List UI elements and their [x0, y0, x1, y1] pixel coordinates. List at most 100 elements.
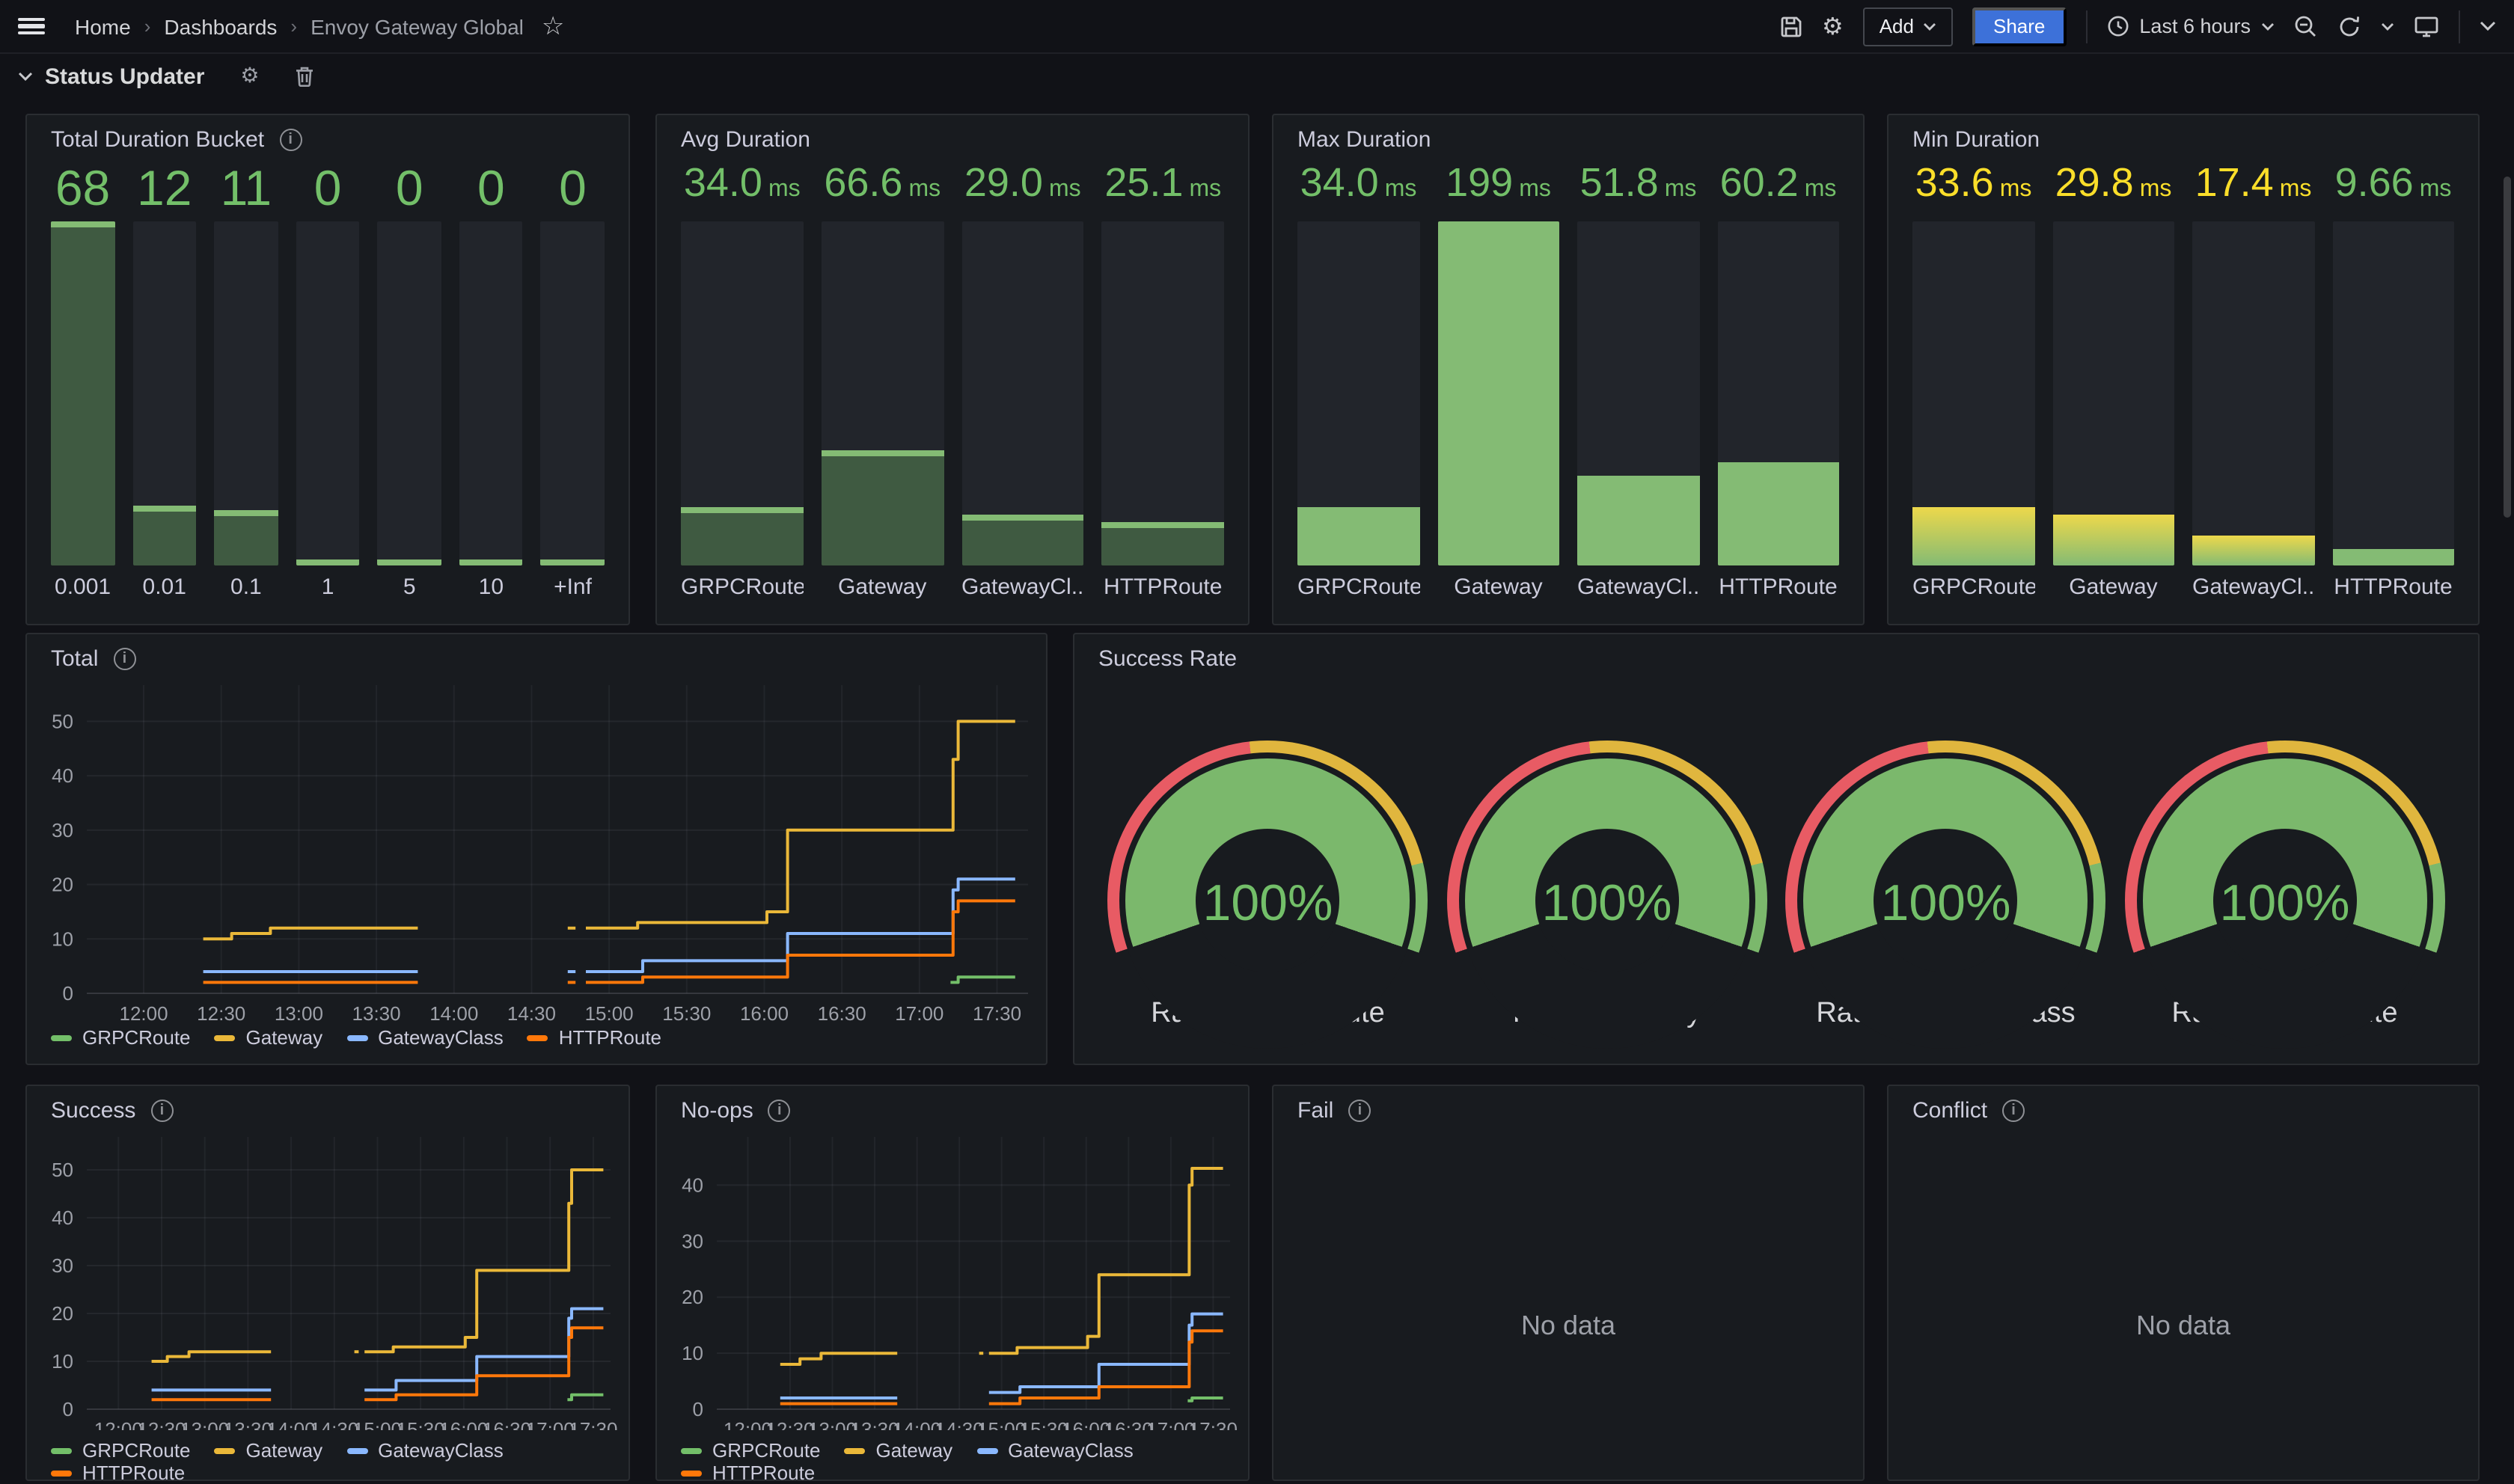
bar-gauge-bar [2332, 221, 2454, 565]
panel-title[interactable]: Success Rate [1098, 646, 1237, 672]
bar-value: 12 [132, 160, 196, 217]
bar-label: Gateway [822, 574, 944, 600]
bar-value: 11 [214, 160, 278, 217]
panel-title[interactable]: Success i [51, 1098, 173, 1123]
kiosk-monitor-icon[interactable] [2414, 14, 2439, 38]
save-icon[interactable] [1779, 14, 1802, 38]
zoom-out-icon[interactable] [2294, 14, 2318, 38]
legend-item[interactable]: GatewayClass [346, 1439, 504, 1462]
panel-title[interactable]: Avg Duration [681, 127, 810, 153]
svg-text:13:00: 13:00 [808, 1418, 857, 1430]
menu-icon[interactable] [18, 17, 45, 35]
legend-series-name: HTTPRoute [712, 1462, 815, 1484]
panel-title[interactable]: Min Duration [1912, 127, 2040, 153]
bar-gauge-bar [1437, 221, 1559, 565]
row-settings-gear-icon[interactable]: ⚙ [240, 66, 259, 87]
bar-cap [541, 559, 605, 565]
chart-svg: 01020304012:0012:3013:0013:3014:0014:301… [657, 1131, 1248, 1430]
svg-text:17:00: 17:00 [895, 1002, 943, 1023]
legend-series-color [215, 1447, 236, 1453]
bar-values: 34.0ms199ms51.8ms60.2ms [1297, 160, 1839, 206]
legend-item[interactable]: GRPCRoute [681, 1439, 821, 1462]
page-scrollbar[interactable] [2504, 177, 2511, 518]
settings-gear-icon[interactable]: ⚙ [1822, 14, 1844, 38]
breadcrumb-home[interactable]: Home [75, 14, 131, 38]
bar-value: 33.6ms [1912, 160, 2034, 206]
panel-title[interactable]: Total i [51, 646, 135, 672]
legend-item[interactable]: HTTPRoute [51, 1462, 185, 1484]
bar-cap [132, 505, 196, 511]
legend-item[interactable]: Gateway [215, 1439, 323, 1462]
svg-text:30: 30 [52, 819, 73, 841]
svg-text:50: 50 [52, 710, 73, 732]
favorite-star-icon[interactable]: ☆ [542, 11, 565, 41]
bar-gauge-bar [296, 221, 359, 565]
time-range-picker[interactable]: Last 6 hours [2106, 15, 2275, 37]
legend-item[interactable]: HTTPRoute [681, 1462, 815, 1484]
panel-title[interactable]: Total Duration Bucket i [51, 127, 302, 153]
legend-item[interactable]: GRPCRoute [51, 1026, 191, 1049]
legend-item[interactable]: GatewayClass [976, 1439, 1134, 1462]
info-icon[interactable]: i [113, 648, 135, 670]
bar-fill [681, 506, 804, 565]
add-button[interactable]: Add [1863, 7, 1953, 46]
panel-title-text: Success [51, 1098, 135, 1123]
gauge: 100% [1786, 741, 2106, 953]
legend-item[interactable]: Gateway [215, 1026, 323, 1049]
legend-item[interactable]: GatewayClass [346, 1026, 504, 1049]
panel-title[interactable]: Max Duration [1297, 127, 1431, 153]
row-collapse-chevron-icon[interactable] [18, 71, 33, 82]
info-icon[interactable]: i [768, 1100, 791, 1122]
bar-value: 68 [51, 160, 114, 217]
bar-value: 34.0ms [1297, 160, 1419, 206]
bar-gauge-bar [51, 221, 114, 565]
legend-series-name: GatewayClass [1008, 1439, 1134, 1462]
row-delete-trash-icon[interactable] [296, 66, 315, 87]
svg-text:13:30: 13:30 [352, 1002, 401, 1023]
row-title[interactable]: Status Updater [45, 64, 204, 89]
info-icon[interactable]: i [150, 1100, 173, 1122]
gauge-value: 100% [1108, 875, 1428, 933]
panel-title[interactable]: Fail i [1297, 1098, 1371, 1123]
svg-text:17:30: 17:30 [1189, 1418, 1238, 1430]
bar-label: +Inf [541, 574, 605, 600]
refresh-icon[interactable] [2337, 14, 2361, 38]
info-icon[interactable]: i [1348, 1100, 1371, 1122]
collapse-chevron-icon[interactable] [2480, 21, 2496, 31]
svg-text:12:00: 12:00 [724, 1418, 772, 1430]
bar-values: 34.0ms66.6ms29.0ms25.1ms [681, 160, 1224, 206]
breadcrumb-dashboards[interactable]: Dashboards [164, 14, 277, 38]
panel-max-duration: Max Duration 34.0ms199ms51.8ms60.2ms GRP… [1272, 114, 1865, 625]
svg-text:15:00: 15:00 [585, 1002, 634, 1023]
svg-text:17:30: 17:30 [569, 1418, 617, 1430]
clock-icon [2106, 15, 2129, 37]
legend-item[interactable]: HTTPRoute [527, 1026, 661, 1049]
no-data-message: No data [1273, 1310, 1863, 1342]
svg-text:40: 40 [52, 764, 73, 787]
panel-conflict: Conflict i No data [1887, 1085, 2480, 1481]
legend-item[interactable]: Gateway [845, 1439, 953, 1462]
svg-text:30: 30 [52, 1254, 73, 1277]
legend-series-name: HTTPRoute [559, 1026, 661, 1049]
panel-success: Success i 0102030405012:0012:3013:0013:3… [25, 1085, 630, 1481]
bar-value: 0 [541, 160, 605, 217]
chart-legend: GRPCRoute Gateway GatewayClass HTTPRoute [51, 1026, 1034, 1049]
svg-text:16:00: 16:00 [1062, 1418, 1110, 1430]
svg-text:17:30: 17:30 [973, 1002, 1021, 1023]
panel-title[interactable]: Conflict i [1912, 1098, 2025, 1123]
share-button[interactable]: Share [1972, 7, 2066, 46]
bar-label: GatewayCl... [1577, 574, 1699, 600]
legend-item[interactable]: GRPCRoute [51, 1439, 191, 1462]
bar-gauge-bar [1102, 221, 1225, 565]
svg-text:16:00: 16:00 [740, 1002, 789, 1023]
refresh-interval-chevron-icon[interactable] [2381, 22, 2394, 31]
panel-title[interactable]: No-ops i [681, 1098, 791, 1123]
svg-text:13:00: 13:00 [180, 1418, 229, 1430]
svg-text:0: 0 [63, 1398, 73, 1420]
bar-gauge-bar [378, 221, 441, 565]
bar-gauge-bar [1717, 221, 1839, 565]
bar-label: GRPCRoute [1297, 574, 1419, 600]
info-icon[interactable]: i [279, 129, 302, 151]
add-button-label: Add [1880, 15, 1914, 37]
info-icon[interactable]: i [2002, 1100, 2025, 1122]
